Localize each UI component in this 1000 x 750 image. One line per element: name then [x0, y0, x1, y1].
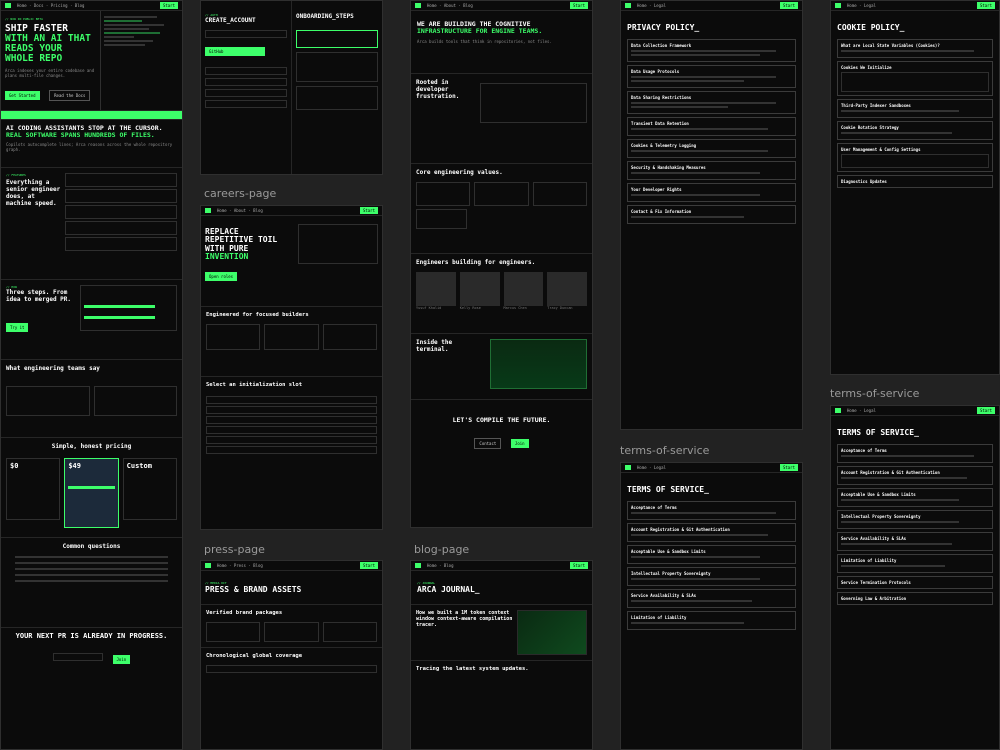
builders-heading: Engineered for focused builders [206, 312, 309, 318]
steps-button[interactable]: Try it [6, 323, 29, 332]
team-member: Marcus Chen [503, 306, 527, 310]
policy-section-title: Data Sharing Restrictions [631, 95, 692, 100]
policy-section-title: Transient Data Retention [631, 121, 689, 126]
cookie-title: COOKIE POLICY_ [837, 23, 905, 32]
tos-section-title: Acceptable Use & Sandbox Limits [841, 492, 916, 497]
nav-cta-button[interactable]: Start [159, 2, 178, 9]
privacy-title: PRIVACY POLICY_ [627, 23, 700, 32]
slot-heading: Select an initialization slot [206, 382, 303, 388]
features-heading: Everything a senior engineer does, at ma… [6, 179, 61, 207]
nav-links: Home · Docs · Pricing · Blog [17, 3, 85, 8]
featured-post-title[interactable]: How we built a 1M token context window c… [416, 610, 513, 628]
policy-section-title: Your Developer Rights [631, 187, 682, 192]
tos-page-artboard-2: Home · Legal Start TERMS OF SERVICE_ Acce… [830, 405, 1000, 750]
tos-title: TERMS OF SERVICE_ [627, 485, 709, 494]
tos-section-title: Limitation of Liability [841, 558, 897, 563]
cookie-section-title: User Management & Config Settings [841, 147, 921, 152]
steps-panel [80, 285, 177, 331]
testimonials-heading: What engineering teams say [6, 365, 100, 372]
about-hero: WE ARE BUILDING THE COGNITIVE INFRASTRUCT… [417, 20, 543, 35]
label-press: press-page [204, 543, 265, 556]
get-started-button[interactable]: Get Started [5, 91, 40, 101]
price-pro: $49 [68, 462, 81, 470]
team-member: Kelly Rose [459, 306, 481, 310]
tos-section-title: Service Availability & SLAs [631, 593, 697, 598]
cookie-section-title: Cookie Rotation Strategy [841, 125, 899, 130]
rooted-heading: Rooted in developer frustration. [416, 79, 460, 100]
label-careers: careers-page [204, 187, 277, 200]
tos-section-title: Limitation of Liability [631, 615, 687, 620]
policy-section-title: Cookies & Telemetry Logging [631, 143, 697, 148]
home-page-artboard: Home · Docs · Pricing · Blog Start // NOW… [0, 0, 183, 750]
home-nav: Home · Docs · Pricing · Blog Start [1, 1, 182, 11]
team-member: Tracy Duncan [547, 306, 573, 310]
price-free: $0 [10, 462, 19, 470]
steps-heading: Three steps. From idea to merged PR. [6, 289, 72, 303]
policy-section-title: Security & Handshaking Measures [631, 165, 706, 170]
tos-section-title: Account Registration & Git Authenticatio… [841, 470, 940, 475]
faq-heading: Common questions [62, 543, 121, 550]
cookie-section-title: Diagnostics Updates [841, 179, 887, 184]
cookie-page-artboard: Home · Legal Start COOKIE POLICY_ What ar… [830, 0, 1000, 375]
tos-section-title: Acceptable Use & Sandbox Limits [631, 549, 706, 554]
tos-section-title: Service Availability & SLAs [841, 536, 907, 541]
tos-section-title: Governing Law & Arbitration [841, 596, 907, 601]
tos-title-2: TERMS OF SERVICE_ [837, 428, 919, 437]
values-heading: Core engineering values. [416, 169, 503, 176]
press-title: PRESS & BRAND ASSETS [205, 585, 302, 594]
brand-logo [5, 3, 11, 8]
hero-heading: SHIP FASTER WITH AN AI THAT READS YOUR W… [5, 23, 91, 64]
label-tos-1: terms-of-service [620, 444, 710, 457]
compile-heading: LET'S COMPILE THE FUTURE. [452, 416, 551, 424]
careers-page-artboard: Home · About · Blog Start REPLACE REPETITI… [200, 205, 383, 530]
account-page-artboard: // AUTH CREATE_ACCOUNT GitHub ONBOARDING… [200, 0, 383, 175]
terminal-image [490, 339, 587, 389]
join-button[interactable]: Join [510, 438, 529, 448]
about-page-artboard: Home · About · Blog Start WE ARE BUILDING… [410, 0, 593, 528]
tos-section-title: Acceptance of Terms [841, 448, 887, 453]
blog-page-artboard: Home · Blog Start // JOURNAL ARCA JOURNAL… [410, 560, 593, 750]
docs-button[interactable]: Read the Docs [49, 90, 91, 102]
terminal-heading: Inside the terminal. [416, 339, 453, 353]
final-cta-button[interactable]: Join [112, 655, 131, 665]
team-heading: Engineers building for engineers. [416, 259, 536, 266]
hero-subtext: Arca indexes your entire codebase and pl… [5, 67, 95, 79]
team-member: Yusuf Khalid [416, 306, 442, 310]
policy-section-title: Contact & Fix Information [631, 209, 692, 214]
policy-section-title: Data Usage Protocols [631, 69, 680, 74]
tos-section-title: Intellectual Property Sovereignty [631, 571, 711, 576]
contact-button[interactable]: Contact [474, 437, 502, 449]
pricing-heading: Simple, honest pricing [51, 443, 132, 450]
hero-tag: // NOW IN PUBLIC BETA [5, 17, 43, 21]
cookie-section-title: Third-Party Indexer Sandboxes [841, 103, 911, 108]
tos-section-title: Acceptance of Terms [631, 505, 677, 510]
github-button[interactable]: GitHub [205, 47, 265, 56]
label-tos-2: terms-of-service [830, 387, 920, 400]
coverage-heading: Chronological global coverage [206, 653, 303, 659]
statement-heading: AI CODING ASSISTANTS STOP AT THE CURSOR.… [6, 124, 163, 139]
final-cta-heading: YOUR NEXT PR IS ALREADY IN PROGRESS. [15, 632, 168, 640]
privacy-page-artboard: Home · Legal Start PRIVACY POLICY_ Data C… [620, 0, 803, 430]
label-blog: blog-page [414, 543, 470, 556]
code-preview [100, 11, 182, 110]
cookie-section-title: What are Local State Variables (Cookies)… [841, 43, 940, 48]
tos-section-title: Intellectual Property Sovereignty [841, 514, 921, 519]
tos-section-title: Account Registration & Git Authenticatio… [631, 527, 730, 532]
careers-hero: REPLACE REPETITIVE TOIL WITH PURE INVENTION [205, 227, 278, 262]
policy-section-title: Data Collection Framework [631, 43, 692, 48]
cookie-section-title: Cookies We Initialize [841, 65, 892, 70]
tos-section-title: Service Termination Protocols [841, 580, 911, 585]
stats-strip [1, 111, 182, 119]
onboarding-title: ONBOARDING_STEPS [296, 13, 354, 20]
create-account-title: CREATE_ACCOUNT [205, 17, 256, 24]
design-board: Home · Docs · Pricing · Blog Start // NOW… [0, 0, 1000, 750]
price-enterprise: Custom [126, 462, 152, 470]
press-page-artboard: Home · Press · Blog Start // MEDIA KIT PR… [200, 560, 383, 750]
view-roles-button[interactable]: Open roles [205, 271, 238, 281]
tos-page-artboard: Home · Legal Start TERMS OF SERVICE_ Acce… [620, 462, 803, 750]
latest-heading: Tracing the latest system updates. [416, 666, 529, 672]
blog-title: ARCA JOURNAL_ [417, 585, 480, 594]
packages-heading: Verified brand packages [206, 610, 283, 616]
